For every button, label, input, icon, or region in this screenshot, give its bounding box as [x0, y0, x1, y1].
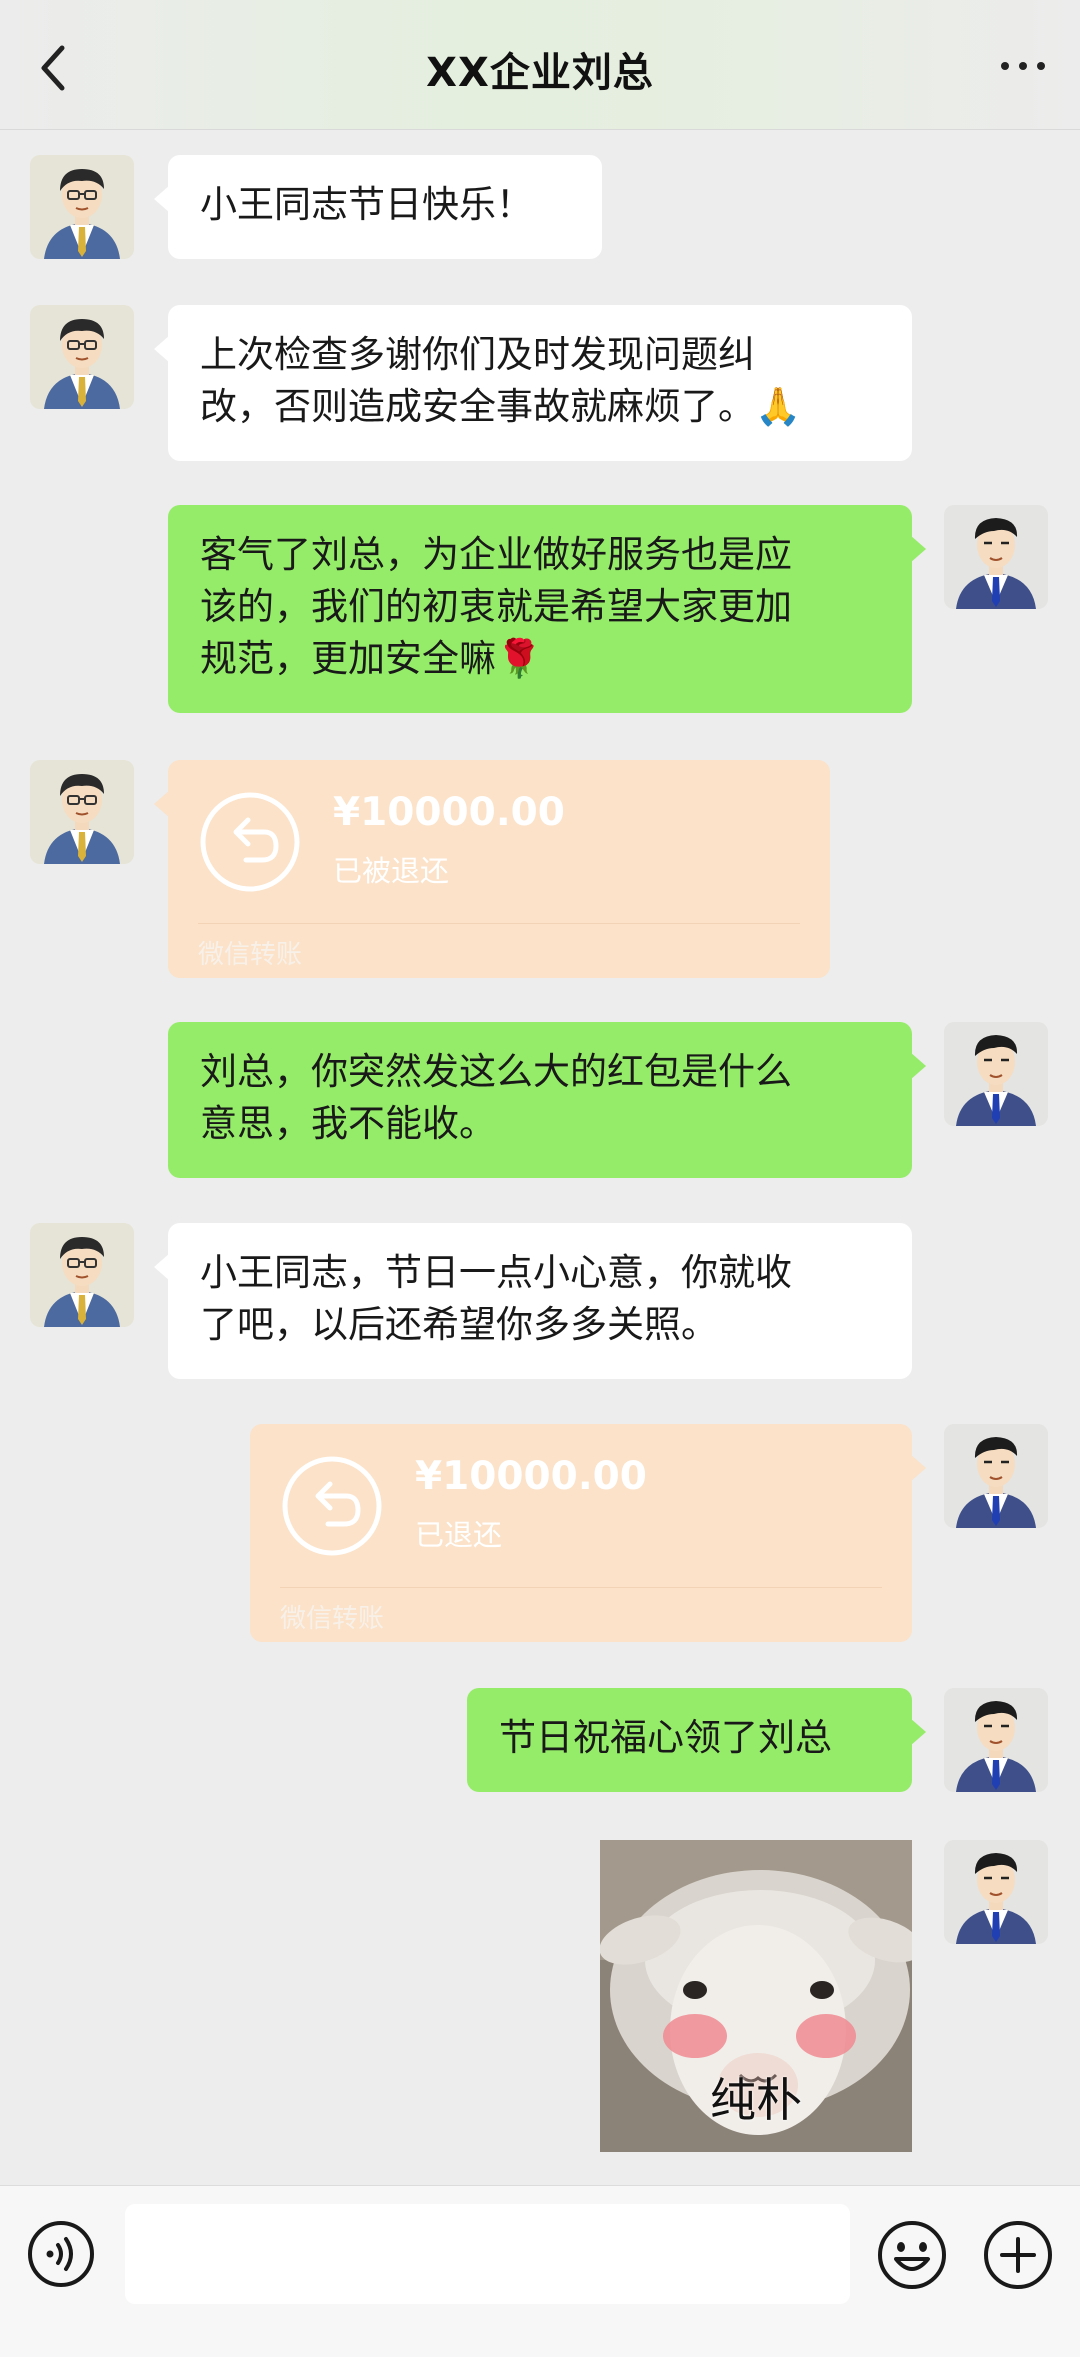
message-bubble[interactable]: 节日祝福心领了刘总 — [467, 1688, 926, 1792]
transfer-label: 微信转账 — [198, 940, 303, 970]
return-arrow-icon — [282, 1456, 382, 1556]
avatar-me[interactable] — [944, 1688, 1048, 1792]
emoji-button[interactable] — [876, 2219, 948, 2291]
emoji-icon — [878, 2221, 946, 2289]
message-bubble[interactable]: 上次检查多谢你们及时发现问题纠 改，否则造成安全事故就麻烦了。🙏 — [154, 305, 912, 461]
sheep-sticker[interactable]: 纯朴 — [600, 1840, 912, 2152]
transfer-card[interactable]: ¥10000.00 已被退还 微信转账 — [154, 760, 830, 978]
transfer-amount: ¥10000.00 — [415, 1454, 647, 1499]
message-text-line: 意思，我不能收。 — [200, 1102, 496, 1145]
transfer-status: 已被退还 — [333, 854, 450, 888]
transfer-amount: ¥10000.00 — [333, 790, 565, 835]
transfer-card[interactable]: ¥10000.00 已退还 微信转账 — [250, 1424, 926, 1642]
avatar-me[interactable] — [944, 1022, 1048, 1126]
transfer-status: 已退还 — [415, 1518, 503, 1552]
avatar-me[interactable] — [944, 505, 1048, 609]
message-text: 小王同志节日快乐！ — [200, 183, 533, 226]
message-text-line: 该的，我们的初衷就是希望大家更加 — [200, 585, 792, 628]
pray-emoji-icon: 🙏 — [755, 385, 802, 428]
sticker-caption: 纯朴 — [710, 2073, 802, 2127]
message-text-line: 改，否则造成安全事故就麻烦了。🙏 — [200, 385, 802, 428]
message-bubble[interactable]: 刘总，你突然发这么大的红包是什么 意思，我不能收。 — [168, 1022, 926, 1178]
divider — [280, 1587, 882, 1588]
avatar-liu[interactable] — [30, 760, 134, 864]
message-text-line: 规范，更加安全嘛🌹 — [200, 637, 543, 680]
message-text: 节日祝福心领了刘总 — [499, 1716, 832, 1759]
divider — [198, 923, 800, 924]
avatar-me[interactable] — [944, 1424, 1048, 1528]
chat-title: XX企业刘总 — [426, 50, 654, 96]
message-text-line: 刘总，你突然发这么大的红包是什么 — [200, 1050, 792, 1093]
chat-header: XX企业刘总 — [0, 0, 1080, 130]
avatar-liu[interactable] — [30, 155, 134, 259]
voice-button[interactable] — [26, 2219, 96, 2289]
avatar-me[interactable] — [944, 1840, 1048, 1944]
more-dots-icon — [996, 61, 1050, 80]
transfer-label: 微信转账 — [280, 1604, 385, 1634]
more-button[interactable] — [996, 56, 1052, 76]
avatar-liu[interactable] — [30, 305, 134, 409]
plus-icon — [984, 2221, 1052, 2289]
more-functions-button[interactable] — [982, 2219, 1054, 2291]
avatar-liu[interactable] — [30, 1223, 134, 1327]
voice-icon — [28, 2221, 94, 2287]
message-bubble[interactable]: 小王同志，节日一点小心意，你就收 了吧，以后还希望你多多关照。 — [154, 1223, 912, 1379]
rose-emoji-icon: 🌹 — [496, 637, 543, 680]
message-bubble[interactable]: 小王同志节日快乐！ — [154, 155, 602, 259]
message-text-line: 上次检查多谢你们及时发现问题纠 — [200, 333, 755, 376]
message-input[interactable] — [125, 2204, 850, 2304]
message-text-line: 了吧，以后还希望你多多关照。 — [200, 1303, 718, 1346]
return-arrow-icon — [200, 792, 300, 892]
message-bubble[interactable]: 客气了刘总，为企业做好服务也是应 该的，我们的初衷就是希望大家更加 规范，更加安… — [168, 505, 926, 713]
message-text-line: 客气了刘总，为企业做好服务也是应 — [200, 533, 792, 576]
message-text-line: 小王同志，节日一点小心意，你就收 — [200, 1251, 792, 1294]
input-bar — [0, 2185, 1080, 2357]
